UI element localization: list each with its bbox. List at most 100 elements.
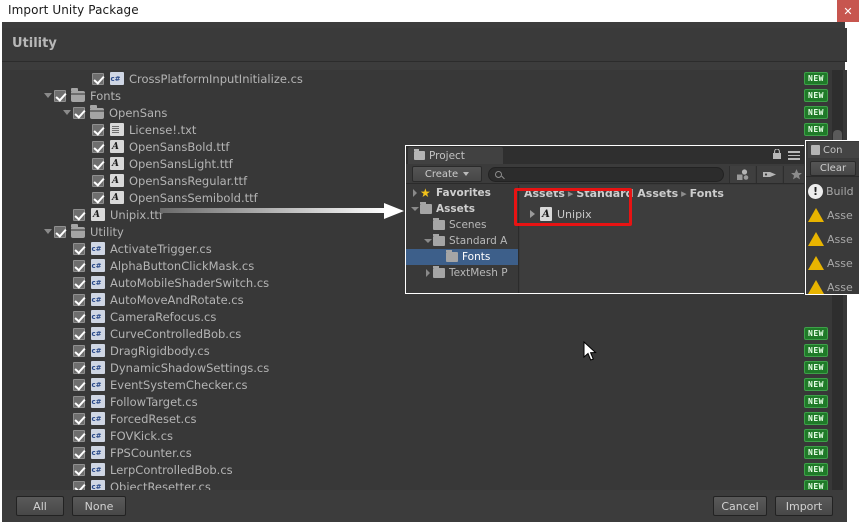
tree-row-label: AlphaButtonClickMask.cs [110,258,255,273]
row-checkbox[interactable] [73,293,85,306]
row-indent [2,223,43,240]
console-entry[interactable]: Build [808,179,854,203]
console-entry[interactable]: Asse [808,275,853,294]
select-none-button[interactable]: None [72,496,126,516]
row-checkbox[interactable] [73,361,85,374]
cs-script-icon [91,242,105,255]
row-checkbox[interactable] [73,480,85,490]
tree-row[interactable]: CrossPlatformInputInitialize.cs NEW [2,70,847,87]
project-tree-row[interactable]: Standard A [406,233,518,249]
disclosure-triangle-icon[interactable] [410,185,420,201]
row-checkbox[interactable] [73,378,85,391]
disclosure-triangle-icon[interactable] [43,223,54,240]
tab-console[interactable]: Con [808,142,859,158]
tree-row[interactable]: FOVKick.cs NEW [2,427,847,444]
chevron-right-icon[interactable] [528,207,538,221]
tree-row[interactable]: LerpControlledBob.cs NEW [2,461,847,478]
row-checkbox[interactable] [73,412,85,425]
favorites-star-icon[interactable] [783,166,804,183]
disclosure-triangle-icon[interactable] [62,104,73,121]
console-entry-label: Asse [827,208,853,222]
project-folder-tree[interactable]: ★ Favorites Assets Scenes Standard A Fonts Tex… [406,185,519,293]
tree-row[interactable]: ForcedReset.cs NEW [2,410,847,427]
import-button[interactable]: Import [775,496,833,516]
tree-row[interactable]: OpenSans NEW [2,104,847,121]
tree-row[interactable]: CameraRefocus.cs [2,308,847,325]
row-checkbox[interactable] [73,446,85,459]
breadcrumb-segment[interactable]: Fonts [690,187,724,200]
project-tree-row[interactable]: Assets [406,201,518,217]
tree-row-label: LerpControlledBob.cs [110,462,233,477]
cancel-button[interactable]: Cancel [713,496,767,516]
row-checkbox[interactable] [73,208,85,221]
row-checkbox[interactable] [73,327,85,340]
lock-icon[interactable] [773,149,781,159]
cs-script-icon [91,446,105,459]
project-tree-label: Favorites [436,187,491,199]
row-spacer [62,410,73,427]
panel-menu-icon[interactable] [788,151,800,160]
row-spacer [81,138,92,155]
search-input[interactable] [488,167,724,182]
row-indent [406,265,423,281]
breadcrumb-segment[interactable]: Assets [524,187,565,200]
tree-row[interactable]: License!.txt NEW [2,121,847,138]
row-checkbox[interactable] [92,140,104,153]
project-tree-row[interactable]: Fonts [406,249,518,265]
tree-row[interactable]: FPSCounter.cs NEW [2,444,847,461]
tree-row[interactable]: FollowTarget.cs NEW [2,393,847,410]
disclosure-triangle-icon[interactable] [410,201,420,217]
row-spacer [81,172,92,189]
row-checkbox[interactable] [73,463,85,476]
disclosure-triangle-icon[interactable] [423,265,433,281]
project-tree-row[interactable]: TextMesh P [406,265,518,281]
create-button[interactable]: Create [412,166,482,182]
close-icon[interactable]: ✕ [837,0,859,22]
row-checkbox[interactable] [92,72,104,85]
row-checkbox[interactable] [73,344,85,357]
breadcrumb-segment[interactable]: Standard Assets [576,187,678,200]
row-checkbox[interactable] [73,429,85,442]
row-checkbox[interactable] [54,225,66,238]
row-checkbox[interactable] [73,395,85,408]
cs-script-icon [91,344,105,357]
console-entry[interactable]: Asse [808,251,853,275]
tree-row[interactable]: DynamicShadowSettings.cs NEW [2,359,847,376]
project-tree-row[interactable]: ★ Favorites [406,185,518,201]
tab-project[interactable]: Project [408,147,503,164]
row-checkbox[interactable] [92,174,104,187]
clear-button[interactable]: Clear [810,161,856,176]
tree-row[interactable]: CurveControlledBob.cs NEW [2,325,847,342]
window-titlebar: Import Unity Package ✕ [0,0,859,22]
project-asset-pane[interactable]: Assets▸Standard Assets▸Fonts Unipix [520,185,804,293]
asset-item-unipix[interactable]: Unipix [528,207,592,221]
row-checkbox[interactable] [92,191,104,204]
folder-icon [433,266,445,278]
select-all-button[interactable]: All [16,496,64,516]
row-spacer [81,155,92,172]
tree-row[interactable]: DragRigidbody.cs NEW [2,342,847,359]
console-entry[interactable]: Asse [808,203,853,227]
filter-by-type-icon[interactable] [729,166,755,183]
console-entry[interactable]: Asse [808,227,853,251]
tree-row[interactable]: Fonts NEW [2,87,847,104]
row-checkbox[interactable] [92,157,104,170]
disclosure-triangle-icon[interactable] [423,233,433,249]
row-checkbox[interactable] [73,242,85,255]
row-checkbox[interactable] [73,106,85,119]
new-badge: NEW [804,344,828,357]
disclosure-triangle-icon[interactable] [43,87,54,104]
row-checkbox[interactable] [73,276,85,289]
tree-row[interactable]: ObjectResetter.cs NEW [2,478,847,490]
project-tree-row[interactable]: Scenes [406,217,518,233]
cs-script-icon [91,361,105,374]
row-indent [2,461,62,478]
tree-row[interactable]: EventSystemChecker.cs NEW [2,376,847,393]
cs-script-icon [110,72,124,85]
row-checkbox[interactable] [73,259,85,272]
row-checkbox[interactable] [73,310,85,323]
filter-by-label-icon[interactable] [756,166,782,183]
chevron-down-icon [463,172,470,176]
row-checkbox[interactable] [54,89,66,102]
row-checkbox[interactable] [92,123,104,136]
